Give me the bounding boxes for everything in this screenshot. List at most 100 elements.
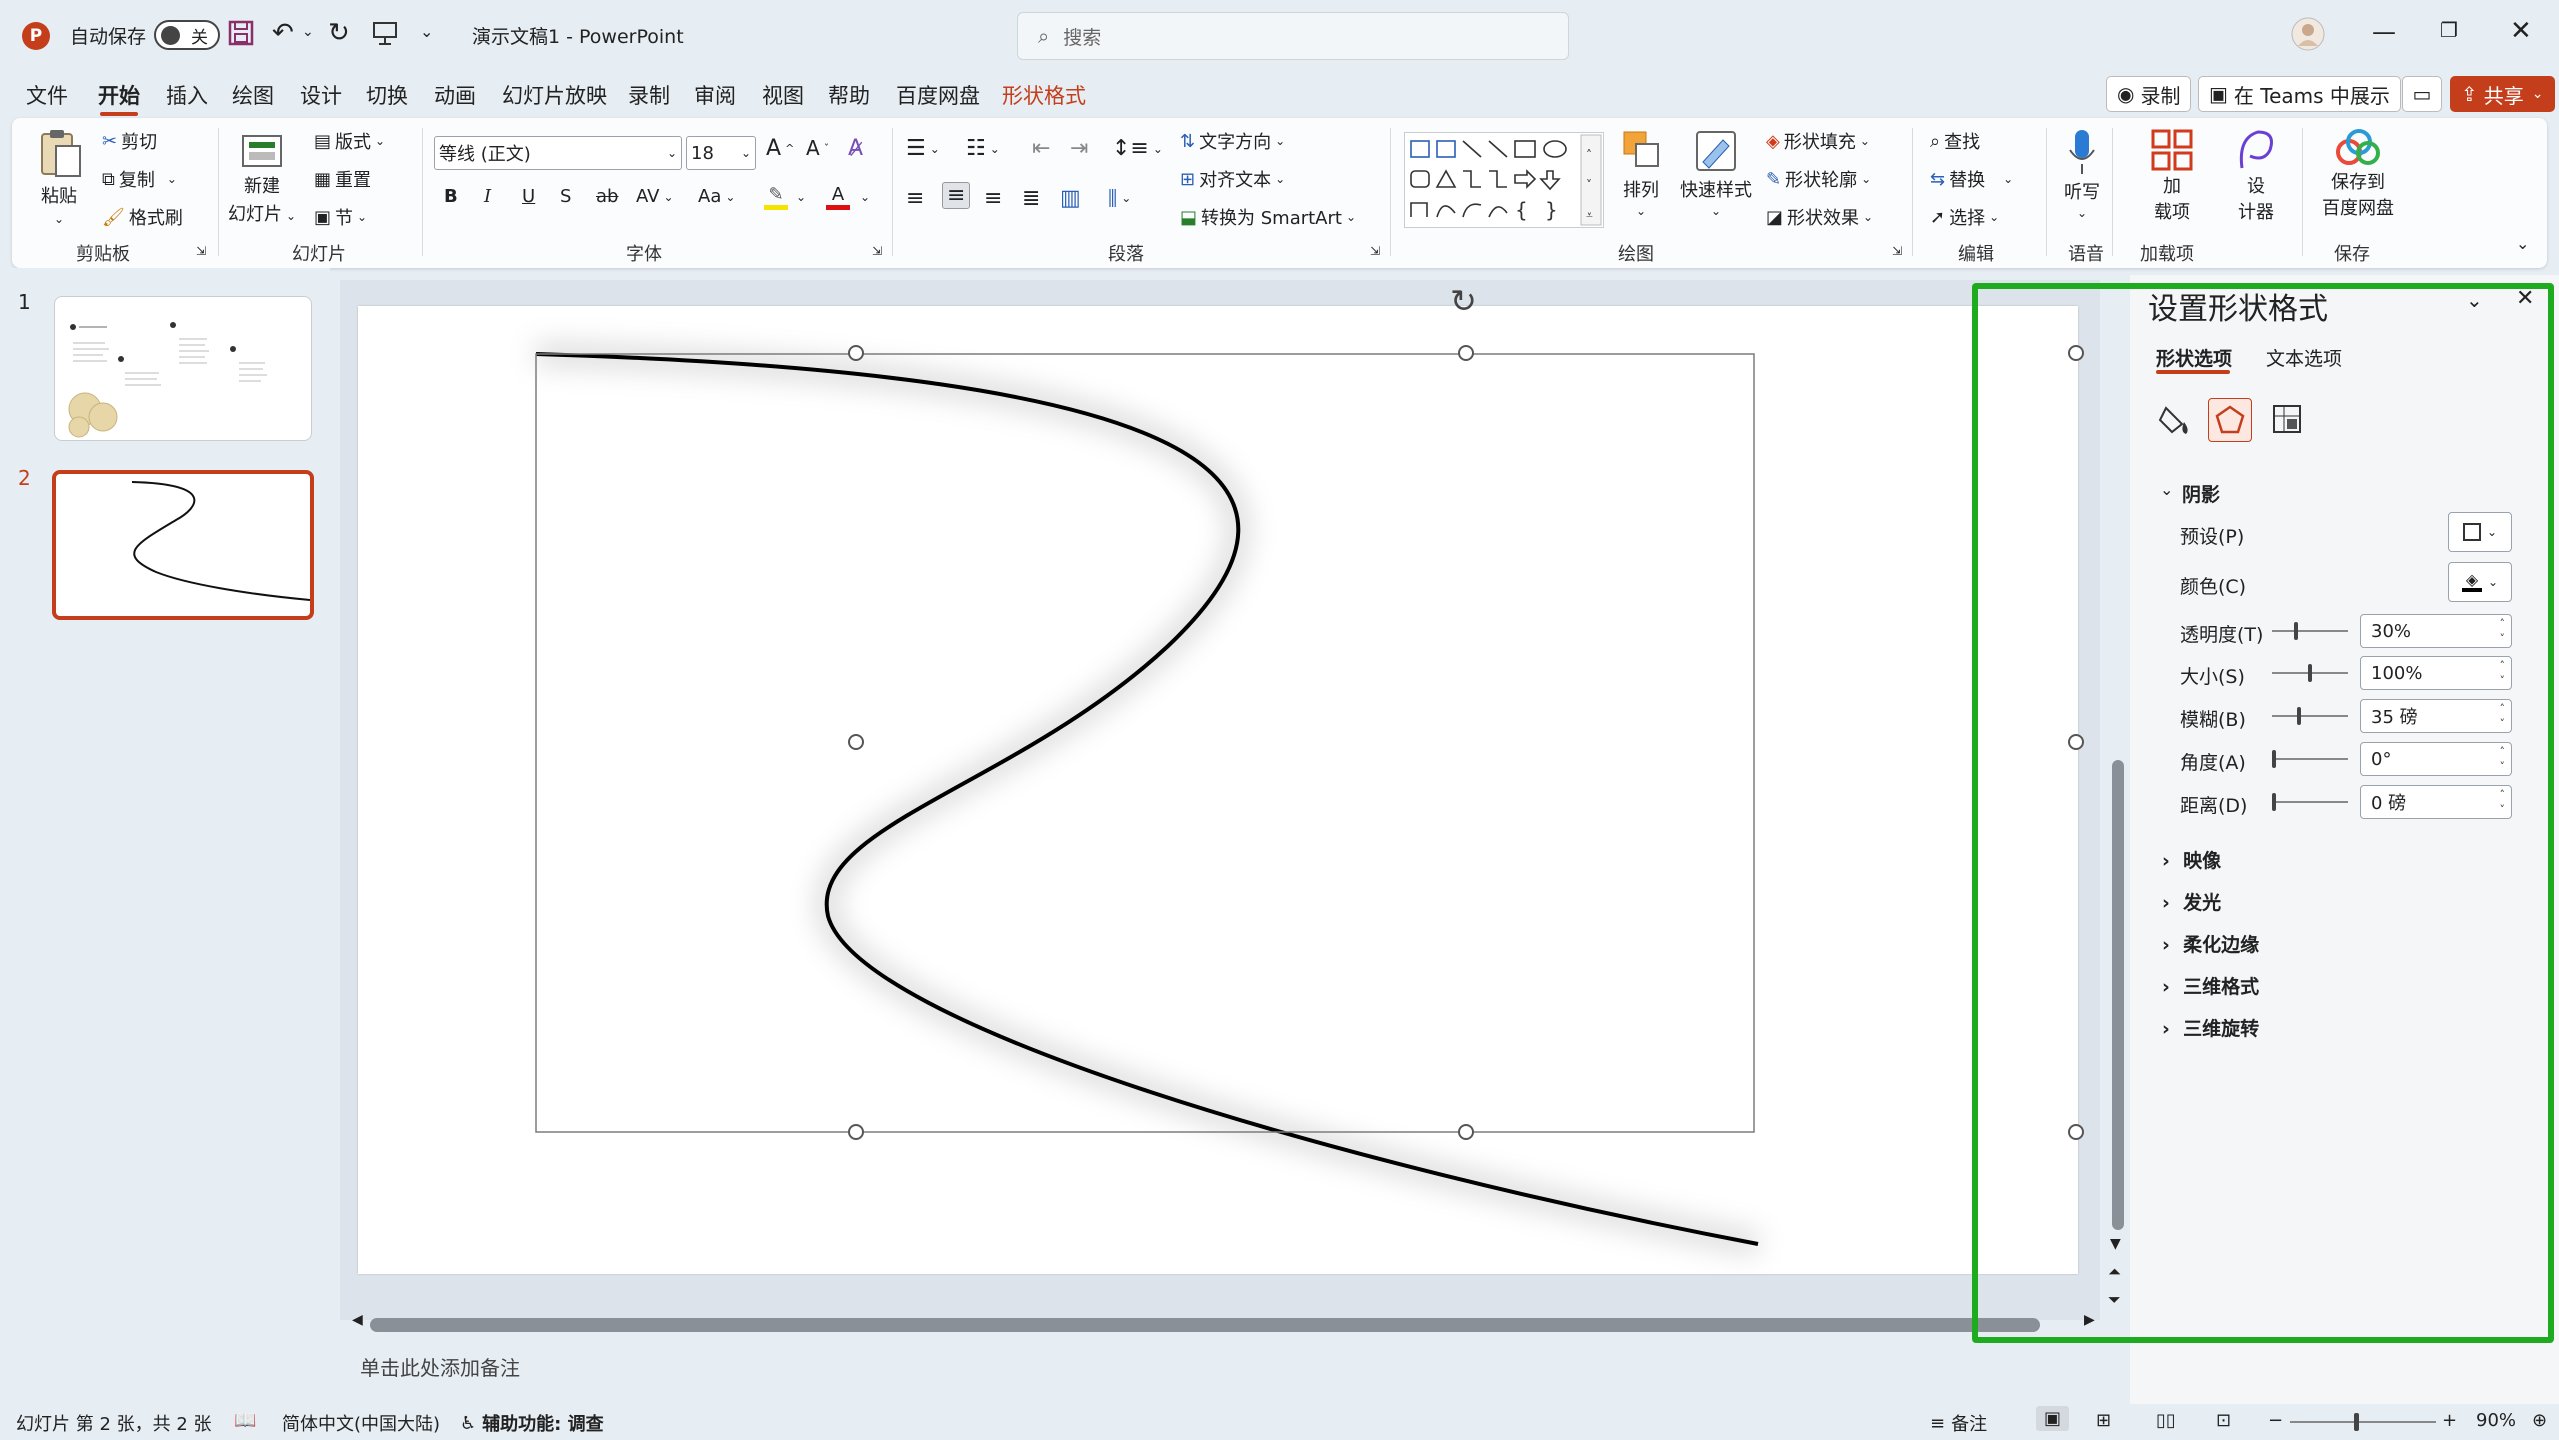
tab-record[interactable]: 录制 bbox=[628, 80, 670, 110]
avatar[interactable] bbox=[2290, 16, 2326, 52]
font-size-select[interactable]: 18 ⌄ bbox=[686, 136, 756, 170]
justify-icon[interactable]: ≣ bbox=[1022, 186, 1040, 211]
pane-close-icon[interactable]: ✕ bbox=[2516, 286, 2534, 311]
scroll-right-icon[interactable]: ▶ bbox=[2084, 1312, 2095, 1328]
highlight-dropdown-icon[interactable]: ⌄ bbox=[796, 190, 806, 204]
resize-handle-br[interactable] bbox=[2068, 1124, 2084, 1140]
distance-input[interactable]: 0 磅 bbox=[2360, 785, 2512, 819]
transparency-slider[interactable] bbox=[2272, 622, 2348, 640]
ribbon-collapse-icon[interactable]: ⌄ bbox=[2516, 234, 2529, 253]
tab-shape-options[interactable]: 形状选项 bbox=[2156, 344, 2232, 371]
save-icon[interactable] bbox=[228, 20, 254, 46]
char-spacing-button[interactable]: AV ⌄ bbox=[636, 186, 674, 207]
font-color-button[interactable]: A bbox=[826, 184, 850, 210]
strikethrough-button[interactable]: ab bbox=[596, 186, 618, 207]
dictate-button[interactable]: 听写 ⌄ bbox=[2064, 128, 2100, 220]
tab-view[interactable]: 视图 bbox=[762, 80, 804, 110]
align-text-button[interactable]: ⊞ 对齐文本 ⌄ bbox=[1180, 166, 1285, 192]
tab-animations[interactable]: 动画 bbox=[434, 80, 476, 110]
freeform-curve-shape[interactable] bbox=[358, 306, 2078, 1274]
resize-handle-bottom[interactable] bbox=[1458, 1124, 1474, 1140]
drawing-launcher-icon[interactable]: ⇲ bbox=[1892, 244, 1902, 258]
tab-slideshow[interactable]: 幻灯片放映 bbox=[502, 80, 607, 110]
previous-slide-icon[interactable]: ⏶ bbox=[2108, 1262, 2121, 1282]
resize-handle-right[interactable] bbox=[2068, 734, 2084, 750]
new-slide-button[interactable]: 新建 幻灯片 ⌄ bbox=[228, 128, 296, 226]
blur-input[interactable]: 35 磅 bbox=[2360, 699, 2512, 733]
shadow-collapse-icon[interactable]: ⌄ bbox=[2160, 480, 2173, 499]
align-left-icon[interactable]: ≡ bbox=[906, 186, 924, 211]
slide-thumbnail-2[interactable] bbox=[52, 470, 314, 620]
slide-canvas[interactable] bbox=[358, 306, 2078, 1274]
scroll-left-icon[interactable]: ◀ bbox=[352, 1312, 363, 1328]
language-status[interactable]: 简体中文(中国大陆) bbox=[282, 1410, 440, 1436]
quick-styles-button[interactable]: 快速样式 ⌄ bbox=[1680, 128, 1752, 218]
decrease-indent-icon[interactable]: ⇤ bbox=[1032, 136, 1050, 161]
comments-button[interactable]: ▭ bbox=[2402, 76, 2442, 112]
size-properties-icon[interactable] bbox=[2270, 402, 2304, 441]
text-shadow-button[interactable]: S bbox=[560, 186, 571, 207]
shrink-font-icon[interactable]: Aˇ bbox=[806, 136, 829, 160]
undo-icon[interactable]: ↶ bbox=[272, 18, 294, 48]
resize-handle-top[interactable] bbox=[1458, 345, 1474, 361]
zoom-out-icon[interactable]: − bbox=[2268, 1410, 2283, 1431]
convert-smartart-button[interactable]: ⬓ 转换为 SmartArt ⌄ bbox=[1180, 204, 1356, 230]
resize-handle-left[interactable] bbox=[848, 734, 864, 750]
horizontal-scrollbar[interactable] bbox=[370, 1318, 2040, 1332]
shapes-gallery[interactable]: {} ˄ ˅ ⩡ bbox=[1404, 132, 1604, 228]
layout-button[interactable]: ▤ 版式 ⌄ bbox=[314, 128, 385, 154]
tab-home[interactable]: 开始 bbox=[98, 80, 140, 116]
record-button[interactable]: ◉ 录制 bbox=[2106, 76, 2192, 112]
resize-handle-tr[interactable] bbox=[2068, 345, 2084, 361]
highlight-color-button[interactable]: ✎ bbox=[764, 184, 788, 210]
section-soft-edges[interactable]: › 柔化边缘 bbox=[2162, 930, 2259, 957]
text-direction-button[interactable]: ⇅ 文字方向 ⌄ bbox=[1180, 128, 1285, 154]
restore-icon[interactable]: ❐ bbox=[2440, 18, 2458, 42]
grow-font-icon[interactable]: A ^ bbox=[766, 136, 794, 161]
redo-icon[interactable]: ↻ bbox=[328, 18, 350, 48]
section-reflection[interactable]: › 映像 bbox=[2162, 846, 2221, 873]
underline-button[interactable]: U bbox=[522, 186, 535, 207]
shadow-preset-dropdown[interactable]: ⌄ bbox=[2448, 512, 2512, 552]
section-shadow[interactable]: 阴影 bbox=[2182, 480, 2220, 507]
shape-effects-button[interactable]: ◪ 形状效果 ⌄ bbox=[1766, 204, 1873, 230]
section-button[interactable]: ▣ 节 ⌄ bbox=[314, 204, 367, 230]
close-icon[interactable]: ✕ bbox=[2510, 16, 2532, 46]
tab-transitions[interactable]: 切换 bbox=[366, 80, 408, 110]
tab-file[interactable]: 文件 bbox=[26, 80, 68, 110]
section-glow[interactable]: › 发光 bbox=[2162, 888, 2221, 915]
share-button[interactable]: ⇪ 共享 ⌄ bbox=[2450, 76, 2555, 112]
angle-input[interactable]: 0° bbox=[2360, 742, 2512, 776]
transparency-input[interactable]: 30% bbox=[2360, 614, 2512, 648]
bold-button[interactable]: B bbox=[444, 186, 458, 207]
zoom-in-icon[interactable]: + bbox=[2442, 1410, 2457, 1431]
clear-formatting-icon[interactable]: A̷ bbox=[848, 136, 863, 161]
bullets-icon[interactable]: ☰ ⌄ bbox=[906, 136, 940, 161]
distributed-icon[interactable]: ▥ bbox=[1060, 186, 1081, 211]
font-launcher-icon[interactable]: ⇲ bbox=[872, 244, 882, 258]
minimize-icon[interactable]: — bbox=[2372, 18, 2396, 46]
normal-view-icon[interactable]: ▣ bbox=[2036, 1406, 2070, 1431]
tab-review[interactable]: 审阅 bbox=[694, 80, 736, 110]
pane-options-icon[interactable]: ⌄ bbox=[2466, 288, 2483, 312]
replace-button[interactable]: ⇆ 替换 ⌄ bbox=[1930, 166, 2013, 192]
scroll-down-icon[interactable]: ▼ bbox=[2110, 1236, 2121, 1252]
distance-slider[interactable] bbox=[2272, 793, 2348, 811]
paragraph-launcher-icon[interactable]: ⇲ bbox=[1370, 244, 1380, 258]
clipboard-launcher-icon[interactable]: ⇲ bbox=[196, 244, 206, 258]
font-color-dropdown-icon[interactable]: ⌄ bbox=[860, 190, 870, 204]
accessibility-status[interactable]: ♿ 辅助功能: 调查 bbox=[460, 1410, 604, 1436]
vertical-scrollbar[interactable] bbox=[2112, 760, 2124, 1230]
section-3d-rotation[interactable]: › 三维旋转 bbox=[2162, 1014, 2259, 1041]
format-painter-button[interactable]: 🖌 格式刷 bbox=[102, 204, 183, 230]
section-3d-format[interactable]: › 三维格式 bbox=[2162, 972, 2259, 999]
notes-toggle-button[interactable]: ≡ 备注 bbox=[1930, 1410, 1987, 1436]
italic-button[interactable]: I bbox=[484, 186, 491, 207]
change-case-button[interactable]: Aa ⌄ bbox=[698, 186, 735, 207]
tab-draw[interactable]: 绘图 bbox=[232, 80, 274, 110]
tab-text-options[interactable]: 文本选项 bbox=[2266, 344, 2342, 371]
effects-tab-icon[interactable] bbox=[2208, 398, 2252, 442]
resize-handle-tl[interactable] bbox=[848, 345, 864, 361]
notes-placeholder[interactable]: 单击此处添加备注 bbox=[360, 1352, 520, 1381]
fit-to-window-icon[interactable]: ⊕ bbox=[2532, 1410, 2547, 1431]
